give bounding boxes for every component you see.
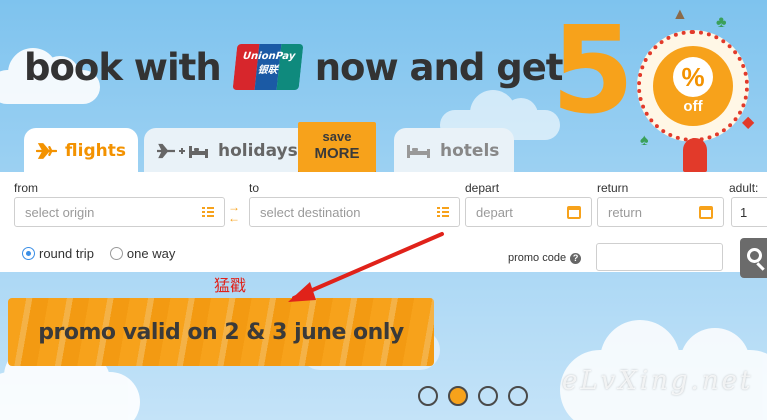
return-date-field[interactable]: return [597, 197, 724, 227]
adult-label: adult: [729, 181, 759, 195]
calendar-icon[interactable] [567, 205, 581, 219]
ferris-wheel-stand [683, 138, 707, 172]
radio-selected-icon [22, 246, 35, 260]
adult-count-select[interactable]: 1 [731, 197, 767, 227]
tab-flights[interactable]: flights [24, 128, 138, 174]
origin-select[interactable]: select origin [14, 197, 225, 227]
pagination-dot[interactable] [478, 386, 498, 406]
tab-hotels[interactable]: hotels [394, 128, 514, 174]
to-label: to [249, 181, 260, 195]
depart-placeholder: depart [476, 204, 513, 220]
discount-badge: % off [653, 46, 733, 126]
round-trip-label: round trip [39, 245, 94, 261]
tab-label: hotels [440, 141, 500, 161]
search-button[interactable] [740, 238, 767, 278]
more-label: MORE [314, 145, 360, 162]
save-more-badge: save MORE [298, 122, 376, 184]
cloud [0, 346, 140, 420]
annotation-text: 猛戳 [214, 276, 247, 295]
round-trip-radio[interactable]: round trip [22, 246, 94, 261]
pagination-dot[interactable] [508, 386, 528, 406]
one-way-label: one way [126, 245, 176, 261]
return-label: return [597, 181, 629, 195]
depart-label: depart [465, 181, 500, 195]
list-icon [437, 207, 449, 217]
pagination-dot[interactable] [418, 386, 438, 406]
ferris-wheel-graphic: % off [637, 30, 749, 142]
origin-placeholder: select origin [25, 204, 95, 220]
offer-digit: 5 [551, 2, 635, 141]
tab-label: flights [65, 141, 126, 161]
leaf-icon: ♠ [640, 132, 649, 149]
search-icon-handle [756, 262, 765, 271]
save-label: save [322, 129, 352, 144]
headline: book with UnionPay 银联 now and get [24, 44, 564, 90]
plane-plus-bed-icon [157, 143, 208, 159]
bed-icon [407, 145, 430, 158]
destination-placeholder: select destination [260, 204, 361, 220]
unionpay-logo: UnionPay 银联 [232, 44, 304, 90]
percent-sign: % [673, 57, 713, 97]
headline-prefix: book with [24, 45, 222, 89]
airplane-icon [36, 143, 58, 159]
list-icon [202, 207, 214, 217]
swap-icon[interactable]: → ← [228, 201, 240, 224]
calendar-icon[interactable] [699, 205, 713, 219]
unionpay-logo-text: UnionPay [242, 51, 296, 62]
unionpay-logo-chinese: 银联 [256, 65, 278, 76]
headline-suffix: now and get [314, 45, 564, 89]
tower-icon: ▲ [672, 6, 688, 23]
promo-code-label: promo code ? [508, 252, 582, 264]
trip-type-group: round trip one way [14, 238, 200, 268]
off-label: off [683, 98, 703, 115]
adult-count-value: 1 [740, 204, 748, 220]
ornament-icon: ◆ [742, 114, 755, 131]
pagination-dot-active[interactable] [448, 386, 468, 406]
red-arrow-annotation [288, 232, 444, 302]
from-label: from [14, 181, 38, 195]
return-placeholder: return [608, 204, 642, 220]
tab-label: holidays [218, 141, 298, 161]
help-icon[interactable]: ? [570, 252, 582, 264]
search-icon [747, 248, 762, 263]
carousel-pagination [418, 386, 528, 406]
one-way-radio[interactable]: one way [109, 245, 176, 261]
promo-code-text: promo code [508, 252, 567, 264]
watermark: eLvXing.net [562, 366, 754, 396]
radio-empty-icon [109, 246, 123, 260]
promo-code-input[interactable] [596, 243, 723, 271]
depart-date-field[interactable]: depart [465, 197, 592, 227]
destination-select[interactable]: select destination [249, 197, 460, 227]
palm-tree-icon: ♣ [716, 14, 727, 31]
